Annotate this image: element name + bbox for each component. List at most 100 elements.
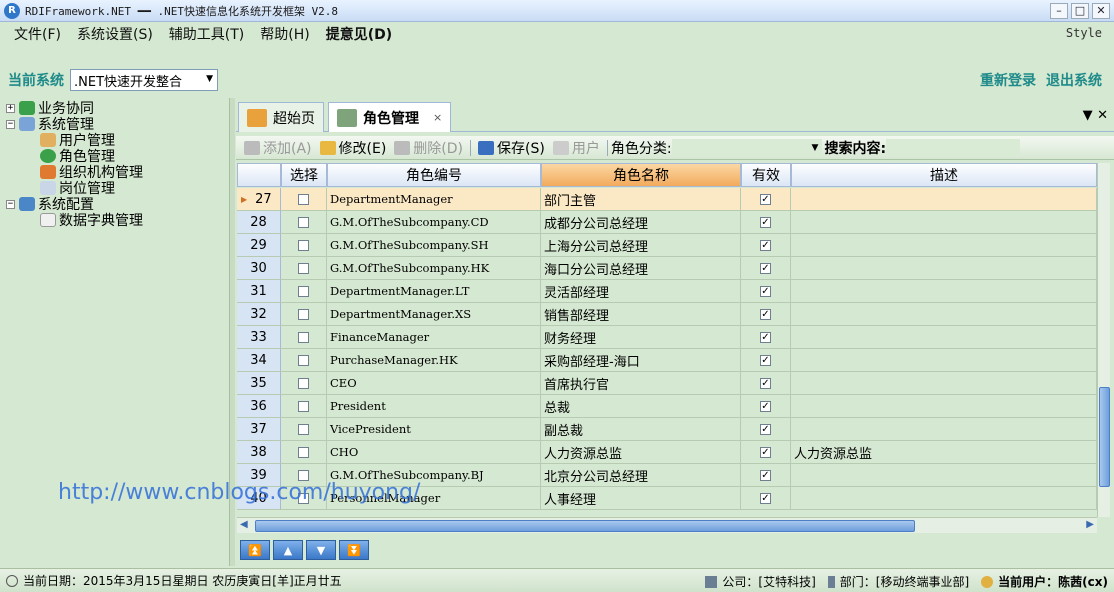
checkbox-checked[interactable]: ✓ [760, 308, 771, 320]
select-checkbox[interactable] [281, 441, 327, 464]
role-name-cell[interactable]: 采购部经理-海口 [541, 349, 741, 372]
role-name-cell[interactable]: 海口分公司总经理 [541, 257, 741, 280]
row-number[interactable]: 34 [237, 349, 281, 372]
valid-checkbox[interactable]: ✓ [741, 487, 791, 510]
table-row[interactable]: 37 VicePresident 副总裁 ✓ [237, 418, 1097, 441]
valid-checkbox[interactable]: ✓ [741, 464, 791, 487]
description-cell[interactable] [791, 349, 1097, 372]
menu-feedback[interactable]: 提意见(D) [318, 24, 400, 44]
valid-checkbox[interactable]: ✓ [741, 418, 791, 441]
row-number[interactable]: 30 [237, 257, 281, 280]
checkbox-unchecked[interactable] [298, 331, 309, 343]
select-checkbox[interactable] [281, 395, 327, 418]
checkbox-unchecked[interactable] [298, 193, 309, 205]
role-code-cell[interactable]: DepartmentManager.LT [327, 280, 541, 303]
valid-checkbox[interactable]: ✓ [741, 395, 791, 418]
description-cell[interactable] [791, 395, 1097, 418]
role-name-cell[interactable]: 人力资源总监 [541, 441, 741, 464]
select-checkbox[interactable] [281, 188, 327, 211]
scroll-right-icon[interactable]: ▶ [1086, 519, 1094, 530]
column-header-description[interactable]: 描述 [791, 163, 1097, 187]
tree-node-system-management[interactable]: − 系统管理 [6, 116, 229, 133]
valid-checkbox[interactable]: ✓ [741, 326, 791, 349]
description-cell[interactable] [791, 464, 1097, 487]
role-code-cell[interactable]: President [327, 395, 541, 418]
checkbox-unchecked[interactable] [298, 446, 309, 458]
collapse-icon[interactable]: − [6, 199, 15, 209]
row-number[interactable]: 35 [237, 372, 281, 395]
description-cell[interactable] [791, 188, 1097, 211]
checkbox-checked[interactable]: ✓ [760, 492, 771, 504]
column-header-valid[interactable]: 有效 [741, 163, 791, 187]
description-cell[interactable] [791, 234, 1097, 257]
column-header-select[interactable]: 选择 [281, 163, 327, 187]
role-code-cell[interactable]: PurchaseManager.HK [327, 349, 541, 372]
menu-system-settings[interactable]: 系统设置(S) [69, 24, 161, 44]
valid-checkbox[interactable]: ✓ [741, 280, 791, 303]
role-code-cell[interactable]: G.M.OfTheSubcompany.CD [327, 211, 541, 234]
horizontal-scrollbar[interactable]: ◀ ▶ [237, 517, 1097, 533]
table-row[interactable]: 31 DepartmentManager.LT 灵活部经理 ✓ [237, 280, 1097, 303]
role-code-cell[interactable]: CEO [327, 372, 541, 395]
exit-system-link[interactable]: 退出系统 [1046, 70, 1102, 90]
column-header-role-name[interactable]: 角色名称 [541, 163, 741, 187]
checkbox-checked[interactable]: ✓ [760, 423, 771, 435]
table-row[interactable]: ▶ 27 DepartmentManager 部门主管 ✓ [237, 188, 1097, 211]
scroll-left-icon[interactable]: ◀ [240, 519, 248, 530]
row-number[interactable]: 29 [237, 234, 281, 257]
checkbox-checked[interactable]: ✓ [760, 469, 771, 481]
select-checkbox[interactable] [281, 211, 327, 234]
valid-checkbox[interactable]: ✓ [741, 349, 791, 372]
row-number[interactable]: 33 [237, 326, 281, 349]
checkbox-unchecked[interactable] [298, 469, 309, 481]
maximize-button[interactable]: □ [1071, 3, 1089, 19]
tree-node-dictionary-management[interactable]: 数据字典管理 [6, 212, 229, 229]
select-checkbox[interactable] [281, 280, 327, 303]
role-name-cell[interactable]: 灵活部经理 [541, 280, 741, 303]
row-number[interactable]: 32 [237, 303, 281, 326]
checkbox-checked[interactable]: ✓ [760, 377, 771, 389]
table-row[interactable]: 36 President 总裁 ✓ [237, 395, 1097, 418]
role-code-cell[interactable]: FinanceManager [327, 326, 541, 349]
checkbox-unchecked[interactable] [298, 377, 309, 389]
select-checkbox[interactable] [281, 257, 327, 280]
vertical-scroll-thumb[interactable] [1099, 387, 1110, 487]
save-button[interactable]: 保存(S) [474, 138, 549, 158]
checkbox-unchecked[interactable] [298, 216, 309, 228]
role-name-cell[interactable]: 人事经理 [541, 487, 741, 510]
role-name-cell[interactable]: 总裁 [541, 395, 741, 418]
role-name-cell[interactable]: 副总裁 [541, 418, 741, 441]
previous-record-button[interactable]: ▲ [273, 540, 303, 560]
table-row[interactable]: 34 PurchaseManager.HK 采购部经理-海口 ✓ [237, 349, 1097, 372]
checkbox-unchecked[interactable] [298, 400, 309, 412]
tab-home[interactable]: 超始页 [238, 102, 324, 132]
role-name-cell[interactable]: 首席执行官 [541, 372, 741, 395]
checkbox-unchecked[interactable] [298, 239, 309, 251]
row-number[interactable]: 28 [237, 211, 281, 234]
checkbox-checked[interactable]: ✓ [760, 285, 771, 297]
checkbox-checked[interactable]: ✓ [760, 262, 771, 274]
menu-help[interactable]: 帮助(H) [252, 24, 317, 44]
role-name-cell[interactable]: 部门主管 [541, 188, 741, 211]
tab-role-management[interactable]: 角色管理 × [328, 102, 452, 132]
table-row[interactable]: 29 G.M.OfTheSubcompany.SH 上海分公司总经理 ✓ [237, 234, 1097, 257]
valid-checkbox[interactable]: ✓ [741, 211, 791, 234]
select-checkbox[interactable] [281, 372, 327, 395]
select-checkbox[interactable] [281, 418, 327, 441]
user-button[interactable]: 用户 [549, 138, 604, 158]
row-number[interactable]: 37 [237, 418, 281, 441]
relogin-link[interactable]: 重新登录 [980, 70, 1036, 90]
description-cell[interactable] [791, 487, 1097, 510]
select-checkbox[interactable] [281, 303, 327, 326]
role-category-select[interactable] [671, 138, 822, 157]
minimize-button[interactable]: – [1050, 3, 1068, 19]
checkbox-unchecked[interactable] [298, 308, 309, 320]
style-menu[interactable]: Style [1066, 26, 1102, 40]
vertical-scrollbar[interactable] [1097, 163, 1110, 517]
table-row[interactable]: 38 CHO 人力资源总监 ✓ 人力资源总监 [237, 441, 1097, 464]
valid-checkbox[interactable]: ✓ [741, 234, 791, 257]
expand-icon[interactable]: + [6, 103, 15, 113]
role-name-cell[interactable]: 销售部经理 [541, 303, 741, 326]
last-record-button[interactable]: ⏬ [339, 540, 369, 560]
tree-node-user-management[interactable]: 用户管理 [6, 132, 229, 149]
